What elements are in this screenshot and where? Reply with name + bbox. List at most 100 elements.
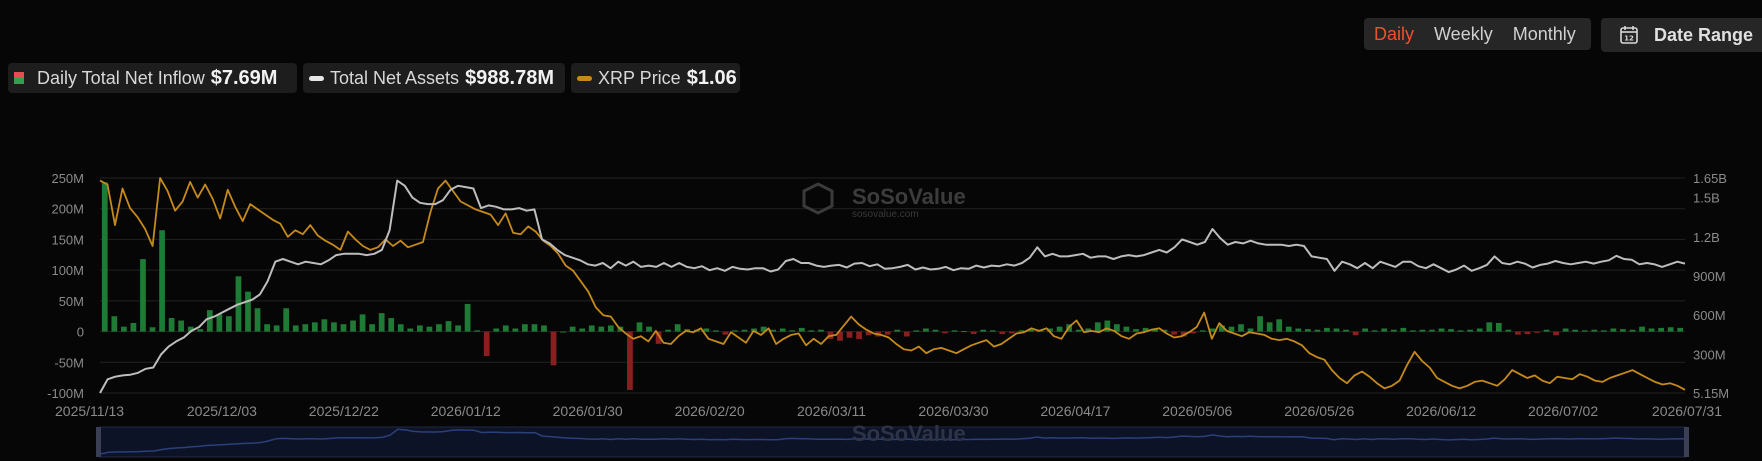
inflow-bar bbox=[283, 308, 290, 332]
inflow-bar bbox=[245, 291, 251, 332]
inflow-bar bbox=[1639, 326, 1645, 332]
inflow-bar bbox=[789, 330, 796, 332]
inflow-bar bbox=[1094, 322, 1101, 332]
inflow-bar bbox=[455, 325, 461, 332]
inflow-bar bbox=[1505, 329, 1512, 332]
inflow-bar bbox=[741, 329, 748, 332]
x-tick-label: 2026/06/12 bbox=[1406, 403, 1476, 419]
inflow-bar bbox=[206, 310, 213, 332]
inflow-bar bbox=[1553, 331, 1559, 336]
inflow-bar bbox=[493, 328, 500, 332]
inflow-bar bbox=[1352, 331, 1359, 336]
inflow-bar bbox=[989, 330, 996, 332]
x-tick-label: 2026/01/12 bbox=[431, 403, 501, 419]
inflow-bar bbox=[932, 329, 939, 332]
inflow-bar bbox=[665, 329, 671, 332]
x-tick-label: 2025/12/22 bbox=[309, 403, 379, 419]
x-tick-label: 2026/05/06 bbox=[1162, 403, 1232, 419]
inflow-bar bbox=[541, 325, 547, 332]
inflow-bar bbox=[923, 328, 929, 332]
inflow-bar bbox=[588, 325, 595, 332]
y-left-tick-label: 150M bbox=[51, 232, 84, 247]
inflow-bar bbox=[436, 324, 442, 332]
range-handle-left[interactable] bbox=[96, 427, 101, 457]
inflow-bar bbox=[970, 331, 977, 335]
inflow-bar bbox=[1648, 328, 1655, 332]
y-right-tick-label: 900M bbox=[1693, 269, 1726, 284]
inflow-bar bbox=[1600, 330, 1607, 332]
inflow-bar bbox=[1562, 328, 1569, 332]
navigator-watermark: SoSoValue bbox=[852, 421, 966, 446]
inflow-bar bbox=[121, 326, 127, 332]
inflow-bar bbox=[1257, 316, 1263, 332]
y-right-tick-label: 1.2B bbox=[1693, 230, 1720, 245]
inflow-bar bbox=[1495, 322, 1502, 332]
inflow-bar bbox=[1008, 331, 1015, 334]
y-left-tick-label: 50M bbox=[59, 294, 84, 309]
inflow-bar bbox=[1543, 329, 1550, 332]
inflow-chart: 250M 200M 150M 100M 50M 0 -50M -100M 1.65B 1.5B 1.… bbox=[47, 171, 1729, 458]
inflow-bar bbox=[1266, 322, 1273, 332]
inflow-bar bbox=[1400, 327, 1407, 332]
inflow-bar bbox=[722, 331, 729, 335]
inflow-bar bbox=[388, 318, 395, 332]
inflow-bar bbox=[1591, 329, 1598, 332]
inflow-bar bbox=[636, 322, 643, 332]
inflow-bar bbox=[913, 330, 920, 332]
inflow-bar bbox=[961, 330, 967, 332]
inflow-bar bbox=[474, 330, 481, 332]
inflow-bar bbox=[846, 331, 853, 338]
x-tick-label: 2026/07/31 bbox=[1652, 403, 1722, 419]
inflow-bar bbox=[254, 308, 261, 332]
inflow-bar bbox=[1276, 319, 1283, 332]
inflow-bar bbox=[311, 322, 318, 332]
inflow-bar bbox=[1515, 331, 1521, 335]
inflow-bar bbox=[397, 324, 404, 332]
inflow-bar bbox=[818, 329, 824, 332]
inflow-bar bbox=[894, 329, 901, 332]
y-left-tick-label: 250M bbox=[51, 171, 84, 186]
inflow-bar bbox=[331, 322, 337, 332]
inflow-bar bbox=[560, 331, 566, 333]
inflow-bar bbox=[1438, 328, 1445, 332]
y-right-tick-label: 300M bbox=[1693, 347, 1726, 362]
inflow-bar bbox=[321, 319, 328, 332]
x-tick-label: 2026/01/30 bbox=[553, 403, 623, 419]
y-left-tick-label: -100M bbox=[47, 386, 84, 401]
inflow-bar bbox=[999, 331, 1006, 335]
inflow-bar bbox=[1056, 326, 1063, 332]
inflow-bar bbox=[951, 330, 958, 332]
watermark-url: sosovalue.com bbox=[852, 209, 919, 220]
inflow-bar bbox=[445, 321, 452, 332]
inflow-bar bbox=[1333, 328, 1340, 332]
inflow-bar bbox=[703, 328, 710, 332]
x-tick-label: 2026/03/30 bbox=[918, 403, 988, 419]
x-tick-label: 2026/07/02 bbox=[1528, 403, 1598, 419]
inflow-bar bbox=[483, 331, 490, 357]
inflow-bar bbox=[856, 331, 862, 339]
inflow-bar bbox=[798, 327, 805, 332]
inflow-bar bbox=[1581, 330, 1588, 332]
x-tick-label: 2026/03/11 bbox=[797, 403, 866, 419]
inflow-bar bbox=[627, 331, 633, 390]
inflow-bar bbox=[407, 328, 414, 332]
inflow-bar bbox=[1457, 330, 1464, 332]
inflow-bar bbox=[531, 324, 538, 332]
inflow-bar bbox=[522, 324, 528, 332]
inflow-bar bbox=[1610, 328, 1617, 332]
inflow-bar bbox=[292, 325, 299, 332]
inflow-bar bbox=[1295, 328, 1302, 332]
inflow-bar bbox=[770, 329, 777, 332]
inflow-bar bbox=[1285, 326, 1292, 332]
inflow-bar bbox=[140, 259, 146, 332]
inflow-bar bbox=[980, 329, 987, 332]
inflow-bar bbox=[607, 325, 614, 332]
inflow-bar bbox=[646, 326, 652, 332]
inflow-bar bbox=[569, 326, 576, 332]
inflow-bar bbox=[101, 182, 108, 332]
x-tick-label: 2026/04/17 bbox=[1040, 403, 1110, 419]
inflow-bar bbox=[1371, 330, 1378, 332]
x-tick-label: 2025/12/03 bbox=[187, 403, 257, 419]
inflow-bar bbox=[579, 328, 586, 332]
range-handle-right[interactable] bbox=[1684, 427, 1689, 457]
